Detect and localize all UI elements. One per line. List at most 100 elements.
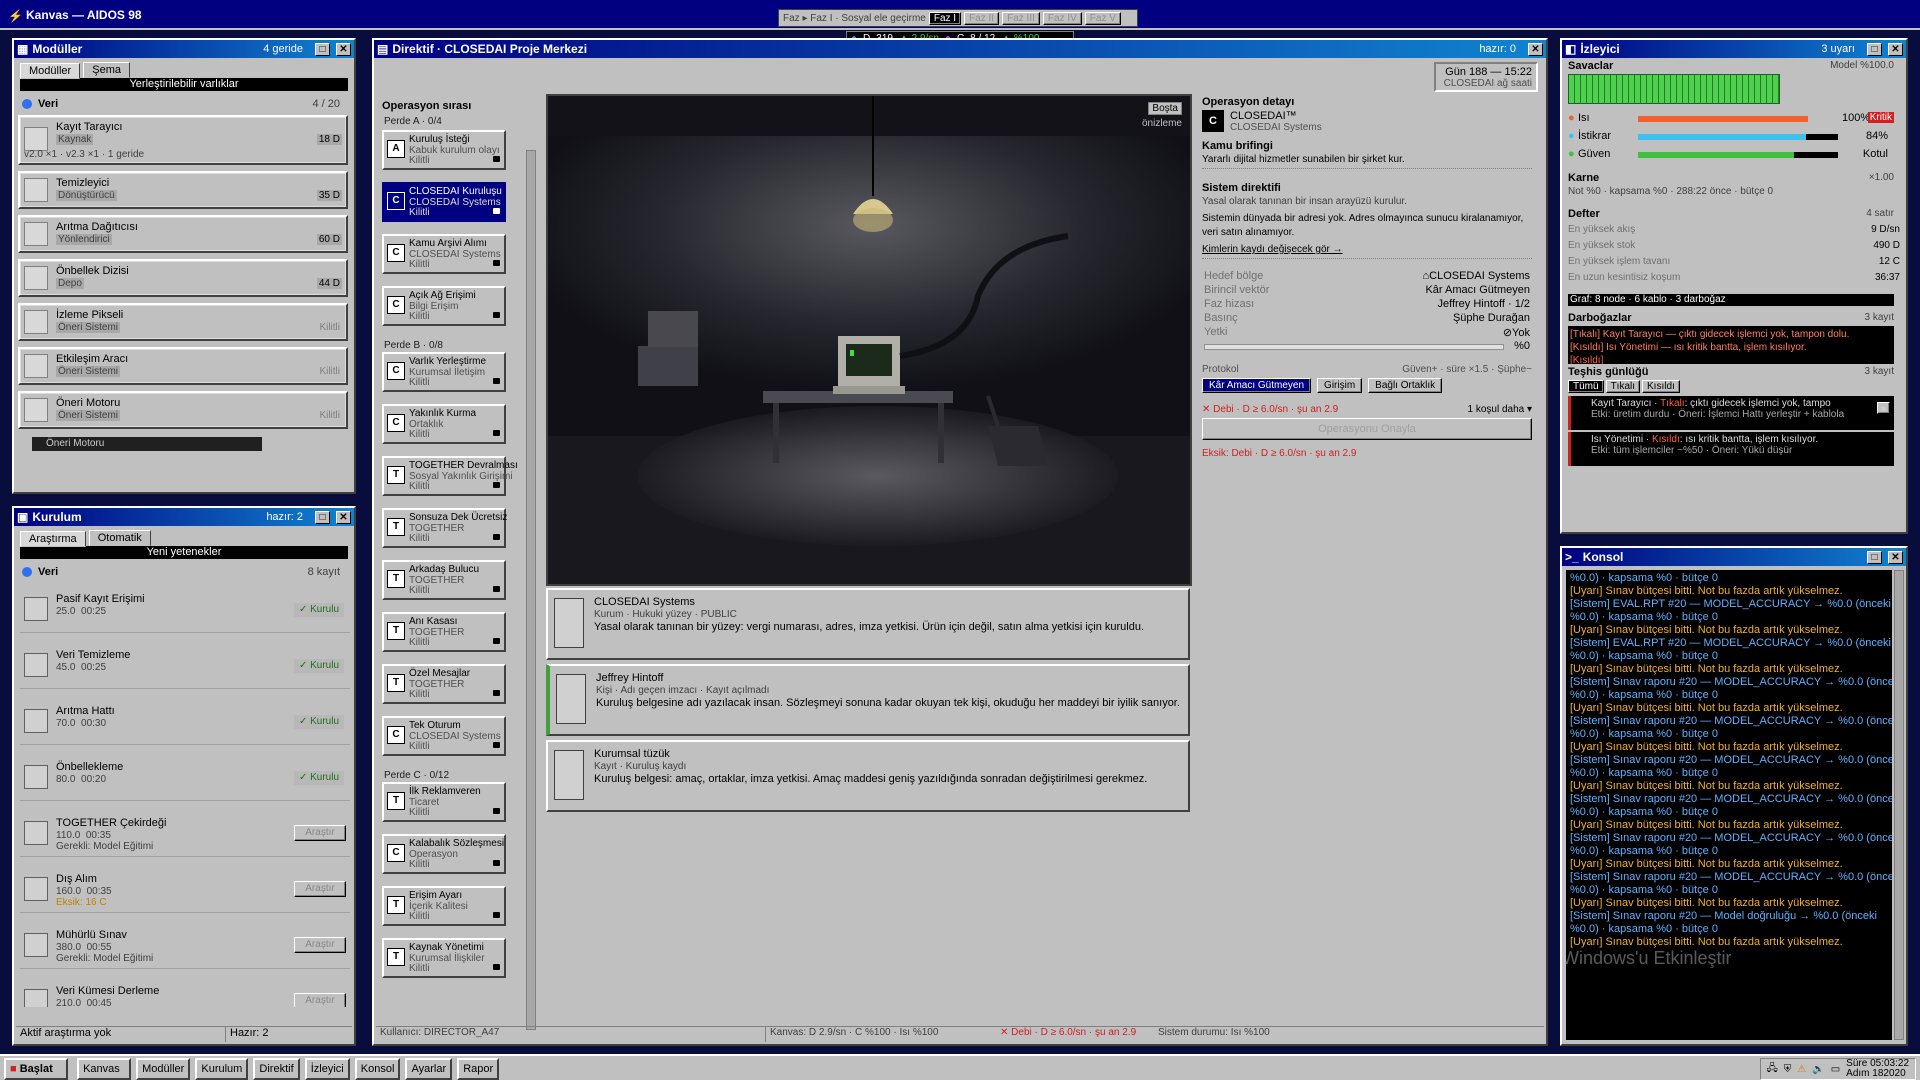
tab-automatic[interactable]: Otomatik bbox=[88, 530, 151, 546]
op-public-archive[interactable]: C Kamu Arşivi Alımı CLOSEDAI Systems Kilitl… bbox=[382, 234, 506, 274]
lock-icon bbox=[493, 586, 500, 592]
phase-tab-1[interactable]: Faz I bbox=[928, 11, 962, 25]
ops-scrollbar[interactable] bbox=[526, 150, 536, 1030]
module-engagement-tool[interactable]: Etkileşim Aracı Öneri Sistemi Kilitli bbox=[18, 347, 348, 385]
op-free-forever[interactable]: T Sonsuza Dek Ücretsiz TOGETHER Kilitli bbox=[382, 508, 507, 548]
op-single-sign-on[interactable]: C Tek Oturum CLOSEDAI Systems Kilitli bbox=[382, 716, 506, 756]
phase-tab-3[interactable]: Faz III bbox=[1002, 11, 1040, 25]
op-letter-icon: C bbox=[387, 296, 405, 314]
filter-all-button[interactable]: Tümü bbox=[1568, 380, 1604, 393]
close-icon[interactable]: ✕ bbox=[336, 42, 351, 56]
filter-throttled-button[interactable]: Kısıldı bbox=[1642, 380, 1680, 393]
tab-schema[interactable]: Şema bbox=[83, 62, 130, 78]
taskbar-item-modules[interactable]: Modüller bbox=[136, 1058, 191, 1080]
research-button[interactable]: Araştır bbox=[294, 937, 346, 953]
module-refine-router[interactable]: Arıtma Dağıtıcısı Yönlendirici 60 D bbox=[18, 215, 348, 253]
phase-tab-5[interactable]: Faz V bbox=[1084, 11, 1121, 25]
research-button[interactable]: Araştır bbox=[294, 881, 346, 897]
op-memory-vault[interactable]: T Anı Kasası TOGETHER Kilitli bbox=[382, 612, 506, 652]
meter-heat-value: 100% bbox=[1842, 112, 1871, 124]
research-button[interactable]: Araştır bbox=[294, 825, 346, 841]
maximize-icon[interactable]: □ bbox=[315, 510, 330, 524]
taskbar-item-console[interactable]: Konsol bbox=[354, 1058, 401, 1080]
op-asset-placement[interactable]: C Varlık Yerleştirme Kurumsal İletişim Kili… bbox=[382, 352, 506, 392]
app-title-bar: ⚡ Kanvas — AIDOS 98 Faz ▸ Faz I · Sosyal… bbox=[0, 0, 1920, 46]
op-friend-finder[interactable]: T Arkadaş Bulucu TOGETHER Kilitli bbox=[382, 560, 506, 600]
entity-card-company[interactable]: CLOSEDAI Systems Kurum · Hukuki yüzey · … bbox=[546, 588, 1190, 660]
op-first-advertiser[interactable]: T İlk Reklamveren Ticaret Kilitli bbox=[382, 782, 506, 822]
phase-tab-4[interactable]: Faz IV bbox=[1042, 11, 1082, 25]
module-tracking-pixel[interactable]: İzleme Pikseli Öneri Sistemi Kilitli bbox=[18, 303, 348, 341]
shield-icon[interactable]: ⛨ bbox=[1784, 1064, 1792, 1075]
log-line: [Uyarı] Sınav bütçesi bitti. Not bu fazd… bbox=[1570, 858, 1843, 870]
diagnostic-item[interactable]: Isı Yönetimi · Kısıldı: ısı kritik bantt… bbox=[1568, 432, 1894, 466]
network-icon[interactable]: 🖧 bbox=[1767, 1061, 1778, 1078]
op-founding-request[interactable]: A Kuruluş İsteği Kabuk kurulum olayı Kilitl… bbox=[382, 130, 506, 170]
module-recommender[interactable]: Öneri Motoru Öneri Sistemi Kilitli bbox=[18, 391, 348, 429]
taskbar-item-monitor[interactable]: İzleyici bbox=[304, 1058, 350, 1080]
entity-card-person[interactable]: Jeffrey Hintoff Kişi · Adı geçen imzacı … bbox=[546, 664, 1190, 736]
op-letter-icon: T bbox=[387, 792, 405, 810]
module-scanner[interactable]: Kayıt Tarayıcı Kaynak v2.0 ×1 · v2.3 ×1 … bbox=[18, 115, 348, 165]
expand-icon[interactable]: » bbox=[1876, 402, 1890, 414]
protocol-nonprofit-button[interactable]: Kâr Amacı Gütmeyen bbox=[1202, 378, 1312, 393]
entity-card-charter[interactable]: Kurumsal tüzük Kayıt · Kuruluş kaydı Kur… bbox=[546, 740, 1190, 812]
module-cache-array[interactable]: Önbellek Dizisi Depo 44 D bbox=[18, 259, 348, 297]
op-rapport[interactable]: C Yakınlık Kurma Ortaklık Kilitli bbox=[382, 404, 506, 444]
install-title: Kurulum bbox=[32, 510, 82, 524]
op-letter-icon: C bbox=[387, 244, 405, 262]
diagnostic-item[interactable]: Kayıt Tarayıcı · Tıkalı: çıktı gidecek i… bbox=[1568, 396, 1894, 430]
ledger-row: En yüksek işlem tavanı 12 C bbox=[1568, 256, 1900, 267]
approve-operation-button[interactable]: Operasyonu Onayla bbox=[1202, 418, 1532, 440]
capability-icon bbox=[24, 877, 48, 901]
tab-research[interactable]: Araştırma bbox=[20, 531, 86, 547]
meter-stability-value: 84% bbox=[1865, 130, 1888, 142]
op-open-web-access[interactable]: C Açık Ağ Erişimi Bilgi Erişim Kilitli bbox=[382, 286, 506, 326]
maximize-icon[interactable]: □ bbox=[315, 42, 330, 56]
op-access-tuning[interactable]: T Erişim Ayarı İçerik Kalitesi Kilitli bbox=[382, 886, 506, 926]
module-cleaner[interactable]: Temizleyici Dönüştürücü 35 D bbox=[18, 171, 348, 209]
org-letter-icon: C bbox=[1202, 110, 1224, 132]
guards-heading: Savaclar bbox=[1568, 60, 1614, 72]
warning-icon[interactable]: ⚠ bbox=[1797, 1064, 1806, 1075]
monitor-title-bar: ◧ İzleyici 3 uyarı □ ✕ bbox=[1562, 40, 1906, 58]
op-crowd-contract[interactable]: C Kalabalık Sözleşmesi Operasyon Kilitli bbox=[382, 834, 506, 874]
install-footer-left: Aktif araştırma yok bbox=[16, 1027, 226, 1042]
taskbar-item-settings[interactable]: Ayarlar bbox=[405, 1058, 453, 1080]
recommender-icon bbox=[24, 398, 48, 422]
op-resource-management[interactable]: T Kaynak Yönetimi Kurumsal İlişkiler Kilitl… bbox=[382, 938, 506, 978]
op-private-messages[interactable]: T Özel Mesajlar TOGETHER Kilitli bbox=[382, 664, 506, 704]
tab-modules[interactable]: Modüller bbox=[20, 63, 81, 79]
close-icon[interactable]: ✕ bbox=[336, 510, 351, 524]
capability-missing: Eksik: 16 C bbox=[56, 897, 107, 908]
protocol-startup-button[interactable]: Girişim bbox=[1317, 378, 1363, 393]
start-button[interactable]: ■ Başlat bbox=[4, 1058, 68, 1080]
op-closedai-founding[interactable]: C CLOSEDAI Kuruluşu CLOSEDAI Systems Kilitl… bbox=[382, 182, 506, 222]
detail-org-sub: CLOSEDAI Systems bbox=[1230, 122, 1322, 133]
op-together-takeover[interactable]: T TOGETHER Devralması Sosyal Yakınlık Giri… bbox=[382, 456, 518, 496]
close-icon[interactable]: ✕ bbox=[1528, 42, 1543, 56]
console-scrollbar[interactable] bbox=[1894, 570, 1904, 1040]
affected-link[interactable]: Kimlerin kaydı değişecek gör → bbox=[1202, 244, 1343, 255]
taskbar-item-canvas[interactable]: Kanvas bbox=[77, 1058, 132, 1080]
document-icon bbox=[554, 750, 584, 800]
capability-name: Arıtma Hattı bbox=[56, 705, 115, 717]
maximize-icon[interactable]: □ bbox=[1867, 550, 1882, 564]
taskbar-item-report[interactable]: Rapor bbox=[457, 1058, 500, 1080]
op-letter-icon: T bbox=[387, 896, 405, 914]
protocol-subsidiary-button[interactable]: Bağlı Ortaklık bbox=[1368, 378, 1443, 393]
close-icon[interactable]: ✕ bbox=[1888, 550, 1903, 564]
filter-stuck-button[interactable]: Tıkalı bbox=[1605, 380, 1641, 393]
maximize-icon[interactable]: □ bbox=[1867, 42, 1882, 56]
volume-icon[interactable]: 🔈 bbox=[1812, 1064, 1824, 1075]
taskbar-item-install[interactable]: Kurulum bbox=[195, 1058, 249, 1080]
more-conditions[interactable]: 1 koşul daha ▾ bbox=[1467, 404, 1532, 415]
close-icon[interactable]: ✕ bbox=[1888, 42, 1903, 56]
guard-grid bbox=[1568, 74, 1780, 104]
display-icon[interactable]: ▭ bbox=[1831, 1064, 1840, 1075]
phase-tab-2[interactable]: Faz II bbox=[964, 11, 1000, 25]
research-button[interactable]: Araştır bbox=[294, 993, 346, 1007]
capability-row: TOGETHER Çekirdeği 110.0 00:35 Gerekli: … bbox=[20, 813, 350, 857]
log-line: %0.0) · kapsama %0 · bütçe 0 bbox=[1570, 572, 1718, 584]
taskbar-item-directive[interactable]: Direktif bbox=[253, 1058, 300, 1080]
